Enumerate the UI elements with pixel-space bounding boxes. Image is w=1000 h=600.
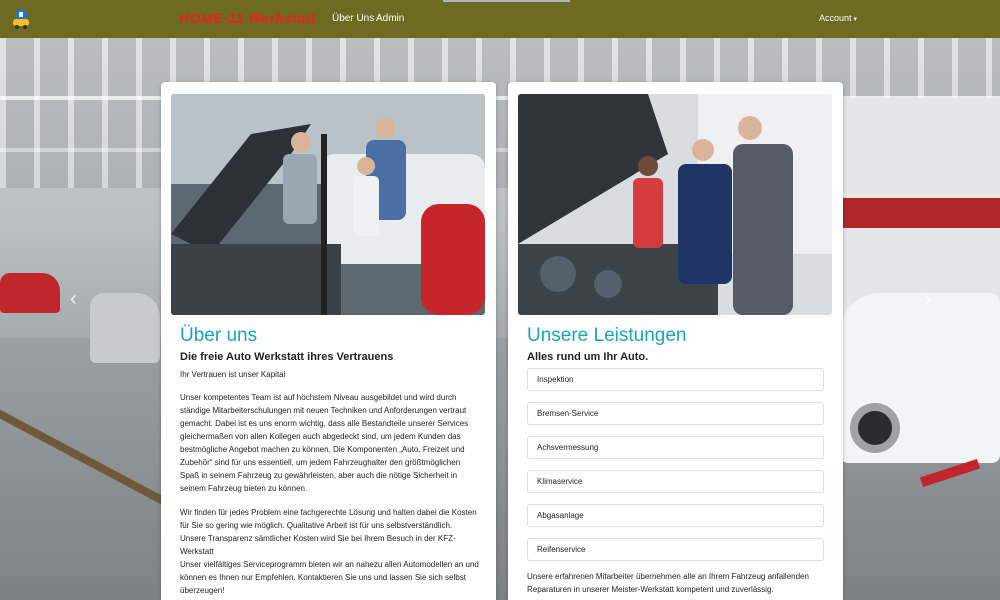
about-paragraph-2-block: Wir finden für jedes Problem eine fachge… — [180, 506, 480, 597]
about-paragraph-1: Unser kompetentes Team ist auf höchstem … — [180, 393, 469, 493]
nav-link-ueber-uns[interactable]: Über Uns — [332, 13, 374, 24]
service-item-inspektion[interactable]: Inspektion — [527, 368, 824, 391]
car-logo-icon[interactable] — [10, 8, 32, 30]
about-heading: Über uns — [180, 325, 258, 346]
about-paragraph-2: Wir finden für jedes Problem eine fachge… — [180, 508, 477, 556]
nav-link-admin[interactable]: Admin — [376, 13, 404, 24]
services-heading: Unsere Leistungen — [527, 325, 687, 346]
background-workshop-image — [0, 38, 1000, 600]
services-photo — [518, 94, 832, 315]
carousel-prev-icon[interactable]: ‹ — [70, 288, 77, 311]
about-tagline: Ihr Vertrauen ist unser Kapital — [180, 370, 286, 379]
about-photo — [171, 94, 485, 315]
account-dropdown[interactable]: Account ▾ — [819, 13, 857, 23]
services-list: Inspektion Bremsen-Service Achsvermessun… — [527, 368, 824, 572]
account-label: Account — [818, 13, 852, 23]
top-navbar: HOME-11 Werkstatt Über Uns Admin Account… — [0, 0, 1000, 38]
service-item-reifenservice[interactable]: Reifenservice — [527, 538, 824, 561]
service-item-abgasanlage[interactable]: Abgasanlage — [527, 504, 824, 527]
services-footer-text: Unsere erfahrenen Mitarbeiter übernehmen… — [527, 572, 809, 594]
about-subheading: Die freie Auto Werkstatt ihres Vertrauen… — [180, 351, 394, 363]
caret-down-icon: ▾ — [853, 16, 857, 23]
service-item-achsvermessung[interactable]: Achsvermessung — [527, 436, 824, 459]
brand-title[interactable]: HOME-11 Werkstatt — [179, 10, 316, 26]
service-item-klimaservice[interactable]: Klimaservice — [527, 470, 824, 493]
services-card: Unsere Leistungen Alles rund um Ihr Auto… — [508, 82, 843, 600]
services-subheading: Alles rund um Ihr Auto. — [527, 351, 649, 363]
about-card: Über uns Die freie Auto Werkstatt ihres … — [161, 82, 496, 600]
carousel-next-icon[interactable]: › — [925, 288, 932, 311]
about-paragraph-3: Unser vielfältiges Serviceprogramm biete… — [180, 560, 479, 595]
service-item-bremsen-service[interactable]: Bremsen-Service — [527, 402, 824, 425]
